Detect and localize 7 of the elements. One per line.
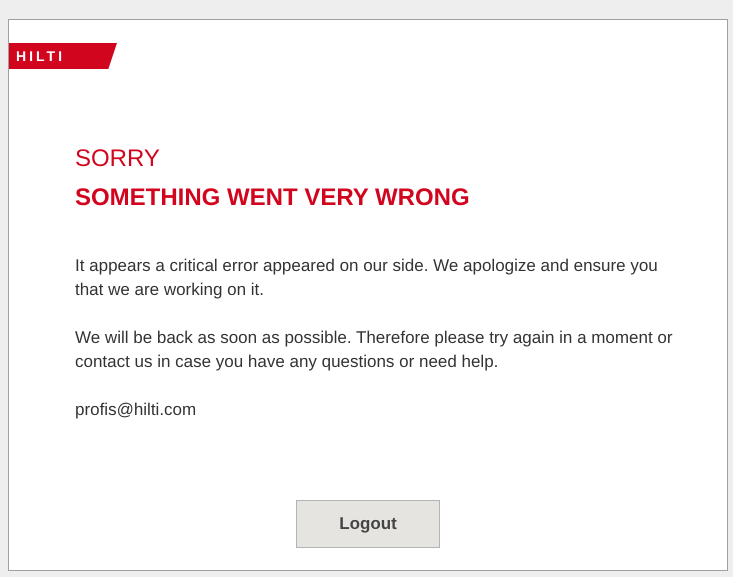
logout-button[interactable]: Logout: [296, 500, 440, 548]
message-paragraph: We will be back as soon as possible. Therefore please try again in a moment or contact us in case you have any questions or need help.: [75, 327, 674, 373]
message-paragraph: It appears a critical error appeared on our side. We apologize and ensure you that we are working on it.: [75, 255, 659, 301]
error-heading: SOMETHING WENT VERY WRONG: [75, 183, 471, 213]
error-title: SORRY: [75, 145, 161, 173]
contact-email: profis@hilti.com: [75, 399, 198, 421]
brand-logo: HILTI: [9, 43, 117, 69]
